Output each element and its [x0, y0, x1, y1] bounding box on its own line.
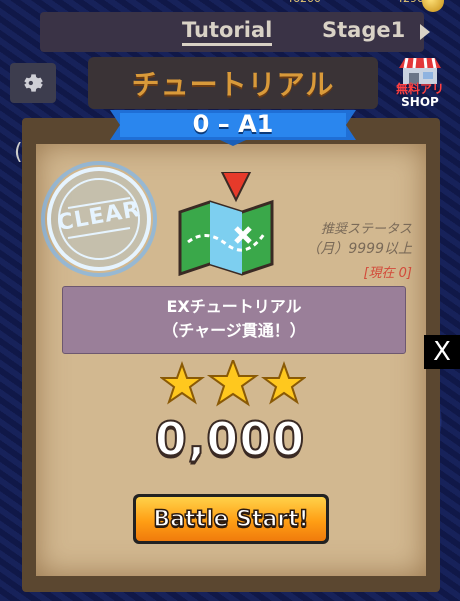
recommended-status-value: （月）9999以上 — [306, 241, 412, 257]
clear-stamp: CLEAR — [40, 160, 158, 278]
tab-tutorial[interactable]: Tutorial — [182, 18, 273, 46]
stage-description: EXチュートリアル （チャージ貫通！） — [62, 286, 406, 354]
current-status: [現在 0] — [363, 266, 412, 281]
stage-code: 0 – A1 — [192, 110, 274, 138]
star-icon — [160, 361, 205, 405]
description-line-2: （チャージ貫通！） — [162, 321, 306, 340]
stage-tab-bar: Tutorial Stage1 — [40, 12, 430, 52]
stage-title-plate: チュートリアル — [88, 57, 378, 109]
settings-button[interactable] — [10, 63, 56, 103]
stage-title: チュートリアル — [131, 68, 335, 101]
description-line-1: EXチュートリアル — [166, 297, 302, 316]
battle-start-label: Battle Start! — [153, 506, 310, 533]
shop-button[interactable]: 無料アリ SHOP — [390, 58, 450, 112]
next-tab-arrow-icon[interactable] — [420, 24, 430, 40]
star-rating — [160, 360, 306, 407]
shop-label: SHOP — [401, 95, 439, 109]
gear-icon — [24, 74, 43, 92]
coin-counter: 4290 — [396, 0, 424, 5]
map-icon — [178, 172, 274, 276]
star-icon — [206, 360, 260, 407]
close-button[interactable]: X — [424, 335, 460, 369]
stage-code-ribbon: 0 – A1 — [110, 104, 356, 146]
star-icon — [261, 361, 306, 405]
recommended-status-label: 推奨ステータス — [320, 222, 412, 237]
high-score: 0,000 — [154, 411, 306, 467]
tab-stage1[interactable]: Stage1 — [322, 18, 405, 42]
resource-counter: 46200 — [286, 0, 321, 5]
battle-start-button[interactable]: Battle Start! — [133, 494, 329, 544]
close-icon: X — [433, 337, 451, 367]
